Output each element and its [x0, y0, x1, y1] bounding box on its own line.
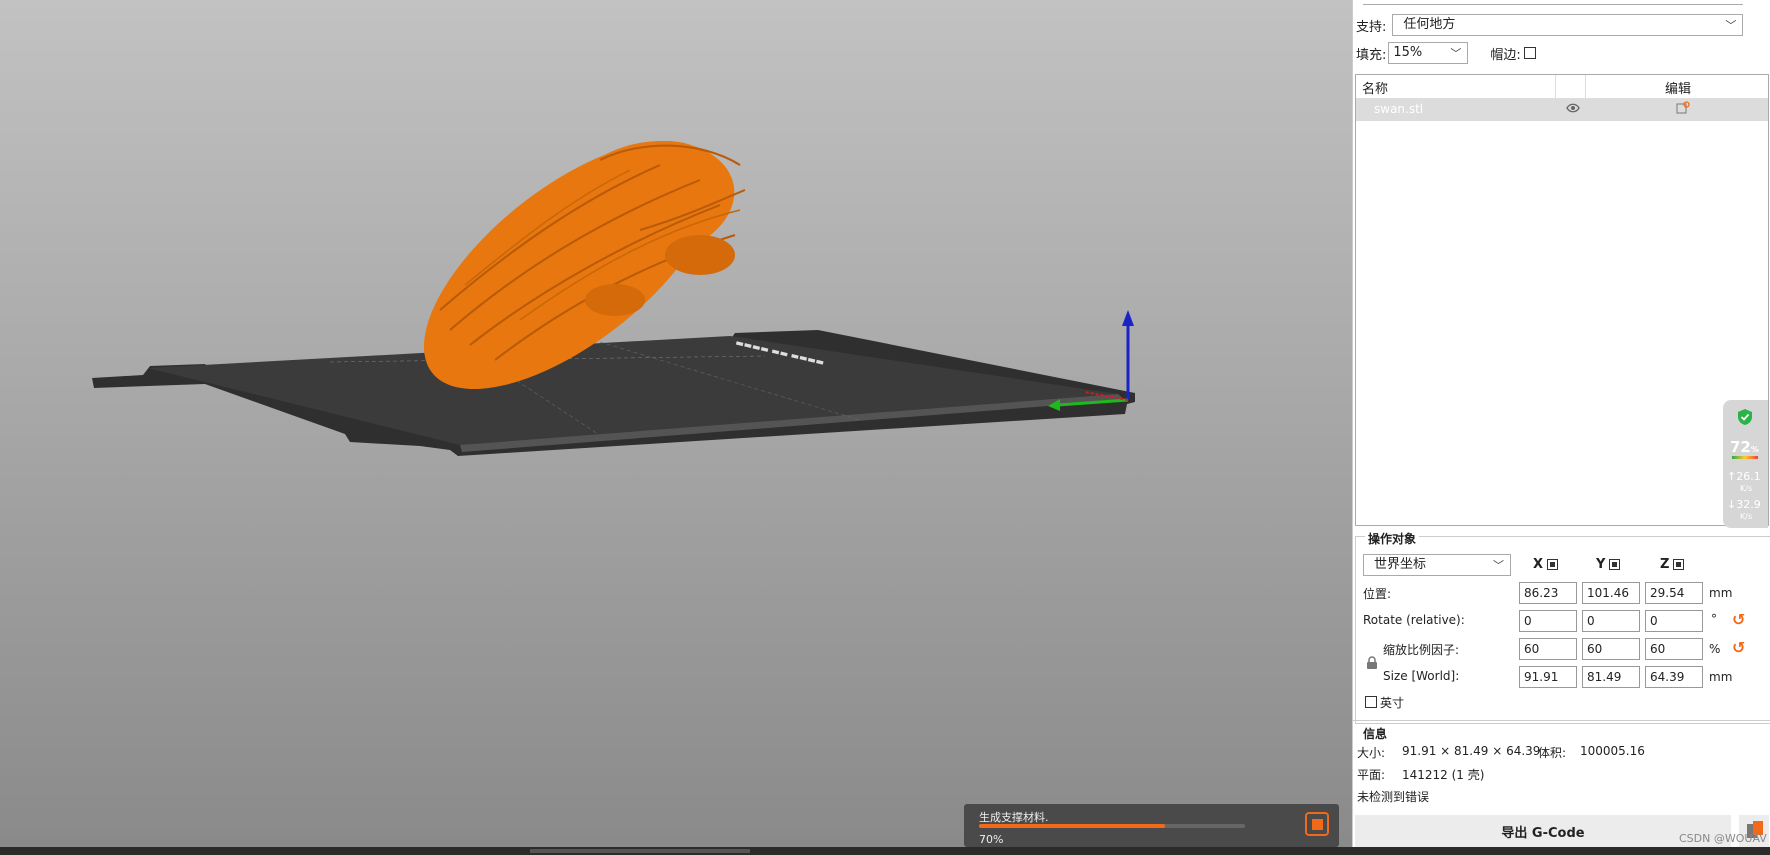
- progress-track: [979, 824, 1245, 828]
- size-unit: mm: [1709, 670, 1733, 684]
- progress-label: 生成支撑材料.: [979, 811, 1049, 824]
- inches-label: 英寸: [1380, 696, 1405, 710]
- facets-label: 平面:: [1357, 768, 1386, 782]
- network-speed-widget[interactable]: 72% ↑26.1 K/s ↓32.9 K/s: [1723, 400, 1768, 528]
- support-label: 支持:: [1356, 19, 1387, 35]
- rotate-z-input[interactable]: 0: [1645, 610, 1703, 632]
- position-y-input[interactable]: 101.46: [1582, 582, 1640, 604]
- 3d-viewport[interactable]: ▬▬▬▬ ▬▬ ▬▬▬▬ 生成支撑材料. 70%: [0, 0, 1352, 847]
- infill-label: 填充:: [1356, 47, 1387, 63]
- reset-scale-icon[interactable]: ↺: [1732, 638, 1745, 657]
- coord-system-value: 世界坐标: [1374, 557, 1427, 572]
- drop-to-bed-icon: [1547, 559, 1559, 570]
- rotate-unit: °: [1711, 612, 1717, 626]
- axis-x-header[interactable]: X: [1533, 557, 1559, 572]
- taskbar: [0, 847, 1770, 855]
- axis-y-header[interactable]: Y: [1596, 557, 1621, 572]
- rotate-y-input[interactable]: 0: [1582, 610, 1640, 632]
- size-z-input[interactable]: 64.39: [1645, 666, 1703, 688]
- right-sidebar: 支持: 任何地方 ﹀ 填充: 15% ﹀ 帽边: 名称 编辑 swan.stl: [1352, 0, 1770, 847]
- progress-notification: 生成支撑材料. 70%: [964, 804, 1339, 847]
- upload-unit: K/s: [1740, 484, 1753, 493]
- axis-z-label: Z: [1660, 557, 1670, 572]
- scale-y-input[interactable]: 60: [1582, 638, 1640, 660]
- position-label: 位置:: [1363, 587, 1392, 601]
- progress-fill: [979, 824, 1166, 828]
- chevron-down-icon: ﹀: [1450, 47, 1462, 60]
- support-row: 支持: 任何地方 ﹀: [1356, 14, 1744, 36]
- object-manipulation-panel: 操作对象 世界坐标 ﹀ X Y Z 位置: 86.23 101.46 29.54…: [1353, 526, 1770, 724]
- position-z-input[interactable]: 29.54: [1645, 582, 1703, 604]
- axis-x-label: X: [1533, 557, 1544, 572]
- download-speed: ↓32.9: [1727, 498, 1761, 511]
- axis-y-label: Y: [1596, 557, 1606, 572]
- facets-value: 141212 (1 壳): [1402, 768, 1485, 782]
- list-item[interactable]: swan.stl: [1356, 99, 1768, 121]
- drop-to-bed-icon: [1609, 559, 1621, 570]
- position-unit: mm: [1709, 586, 1733, 600]
- support-select[interactable]: 任何地方 ﹀: [1392, 14, 1744, 36]
- col-edit[interactable]: 编辑: [1665, 78, 1691, 97]
- usage-bar: [1732, 456, 1758, 459]
- edit-settings-icon[interactable]: [1676, 101, 1690, 119]
- export-gcode-button[interactable]: 导出 G-Code: [1355, 815, 1731, 847]
- object-list: 名称 编辑 swan.stl: [1355, 74, 1769, 526]
- size-info-value: 91.91 × 81.49 × 64.39: [1402, 744, 1541, 758]
- memory-percent: 72%: [1730, 438, 1759, 456]
- infill-select[interactable]: 15% ﹀: [1388, 42, 1469, 64]
- object-name: swan.stl: [1374, 102, 1424, 116]
- size-label: Size [World]:: [1383, 669, 1460, 683]
- cropped-select[interactable]: [1363, 0, 1743, 5]
- size-x-input[interactable]: 91.91: [1519, 666, 1577, 688]
- download-unit: K/s: [1740, 512, 1753, 521]
- axis-z-header[interactable]: Z: [1660, 557, 1685, 572]
- export-gcode-label: 导出 G-Code: [1501, 825, 1585, 841]
- stop-icon: [1311, 818, 1323, 830]
- infill-value: 15%: [1393, 45, 1423, 60]
- brim-checkbox[interactable]: [1523, 47, 1536, 59]
- scale-label: 缩放比例因子:: [1383, 643, 1460, 657]
- shield-check-icon: [1737, 408, 1753, 429]
- brim-label: 帽边:: [1490, 47, 1521, 63]
- object-list-header: 名称 编辑: [1356, 75, 1768, 99]
- volume-value: 100005.16: [1580, 744, 1645, 758]
- scale-unit: %: [1709, 642, 1721, 656]
- scale-z-input[interactable]: 60: [1645, 638, 1703, 660]
- lock-icon[interactable]: [1366, 656, 1378, 674]
- volume-label: 体积:: [1538, 746, 1567, 760]
- coord-system-select[interactable]: 世界坐标 ﹀: [1363, 554, 1511, 576]
- scene: ▬▬▬▬ ▬▬ ▬▬▬▬: [92, 140, 1135, 456]
- watermark: CSDN @WOUAV: [1679, 832, 1767, 845]
- stop-button[interactable]: [1305, 812, 1329, 836]
- eye-icon[interactable]: [1566, 102, 1580, 117]
- errors-status: 未检测到错误: [1357, 790, 1430, 804]
- scale-x-input[interactable]: 60: [1519, 638, 1577, 660]
- chevron-down-icon: ﹀: [1725, 19, 1737, 32]
- position-x-input[interactable]: 86.23: [1519, 582, 1577, 604]
- inches-checkbox[interactable]: [1365, 696, 1377, 708]
- manipulation-title: 操作对象: [1365, 530, 1420, 547]
- rotate-label: Rotate (relative):: [1363, 613, 1465, 627]
- info-panel: 信息 大小: 91.91 × 81.49 × 64.39 体积: 100005.…: [1353, 720, 1770, 811]
- infill-row: 填充: 15% ﹀ 帽边:: [1356, 42, 1536, 64]
- size-info-label: 大小:: [1357, 746, 1386, 760]
- upload-speed: ↑26.1: [1727, 470, 1761, 483]
- progress-percent: 70%: [979, 833, 1004, 846]
- rotate-x-input[interactable]: 0: [1519, 610, 1577, 632]
- reset-rotation-icon[interactable]: ↺: [1732, 610, 1745, 629]
- support-value: 任何地方: [1403, 17, 1456, 32]
- size-y-input[interactable]: 81.49: [1582, 666, 1640, 688]
- info-title: 信息: [1361, 725, 1390, 742]
- chevron-down-icon: ﹀: [1493, 559, 1504, 572]
- col-name[interactable]: 名称: [1362, 78, 1388, 97]
- drop-to-bed-icon: [1673, 559, 1685, 570]
- bed-surface: [148, 336, 1118, 445]
